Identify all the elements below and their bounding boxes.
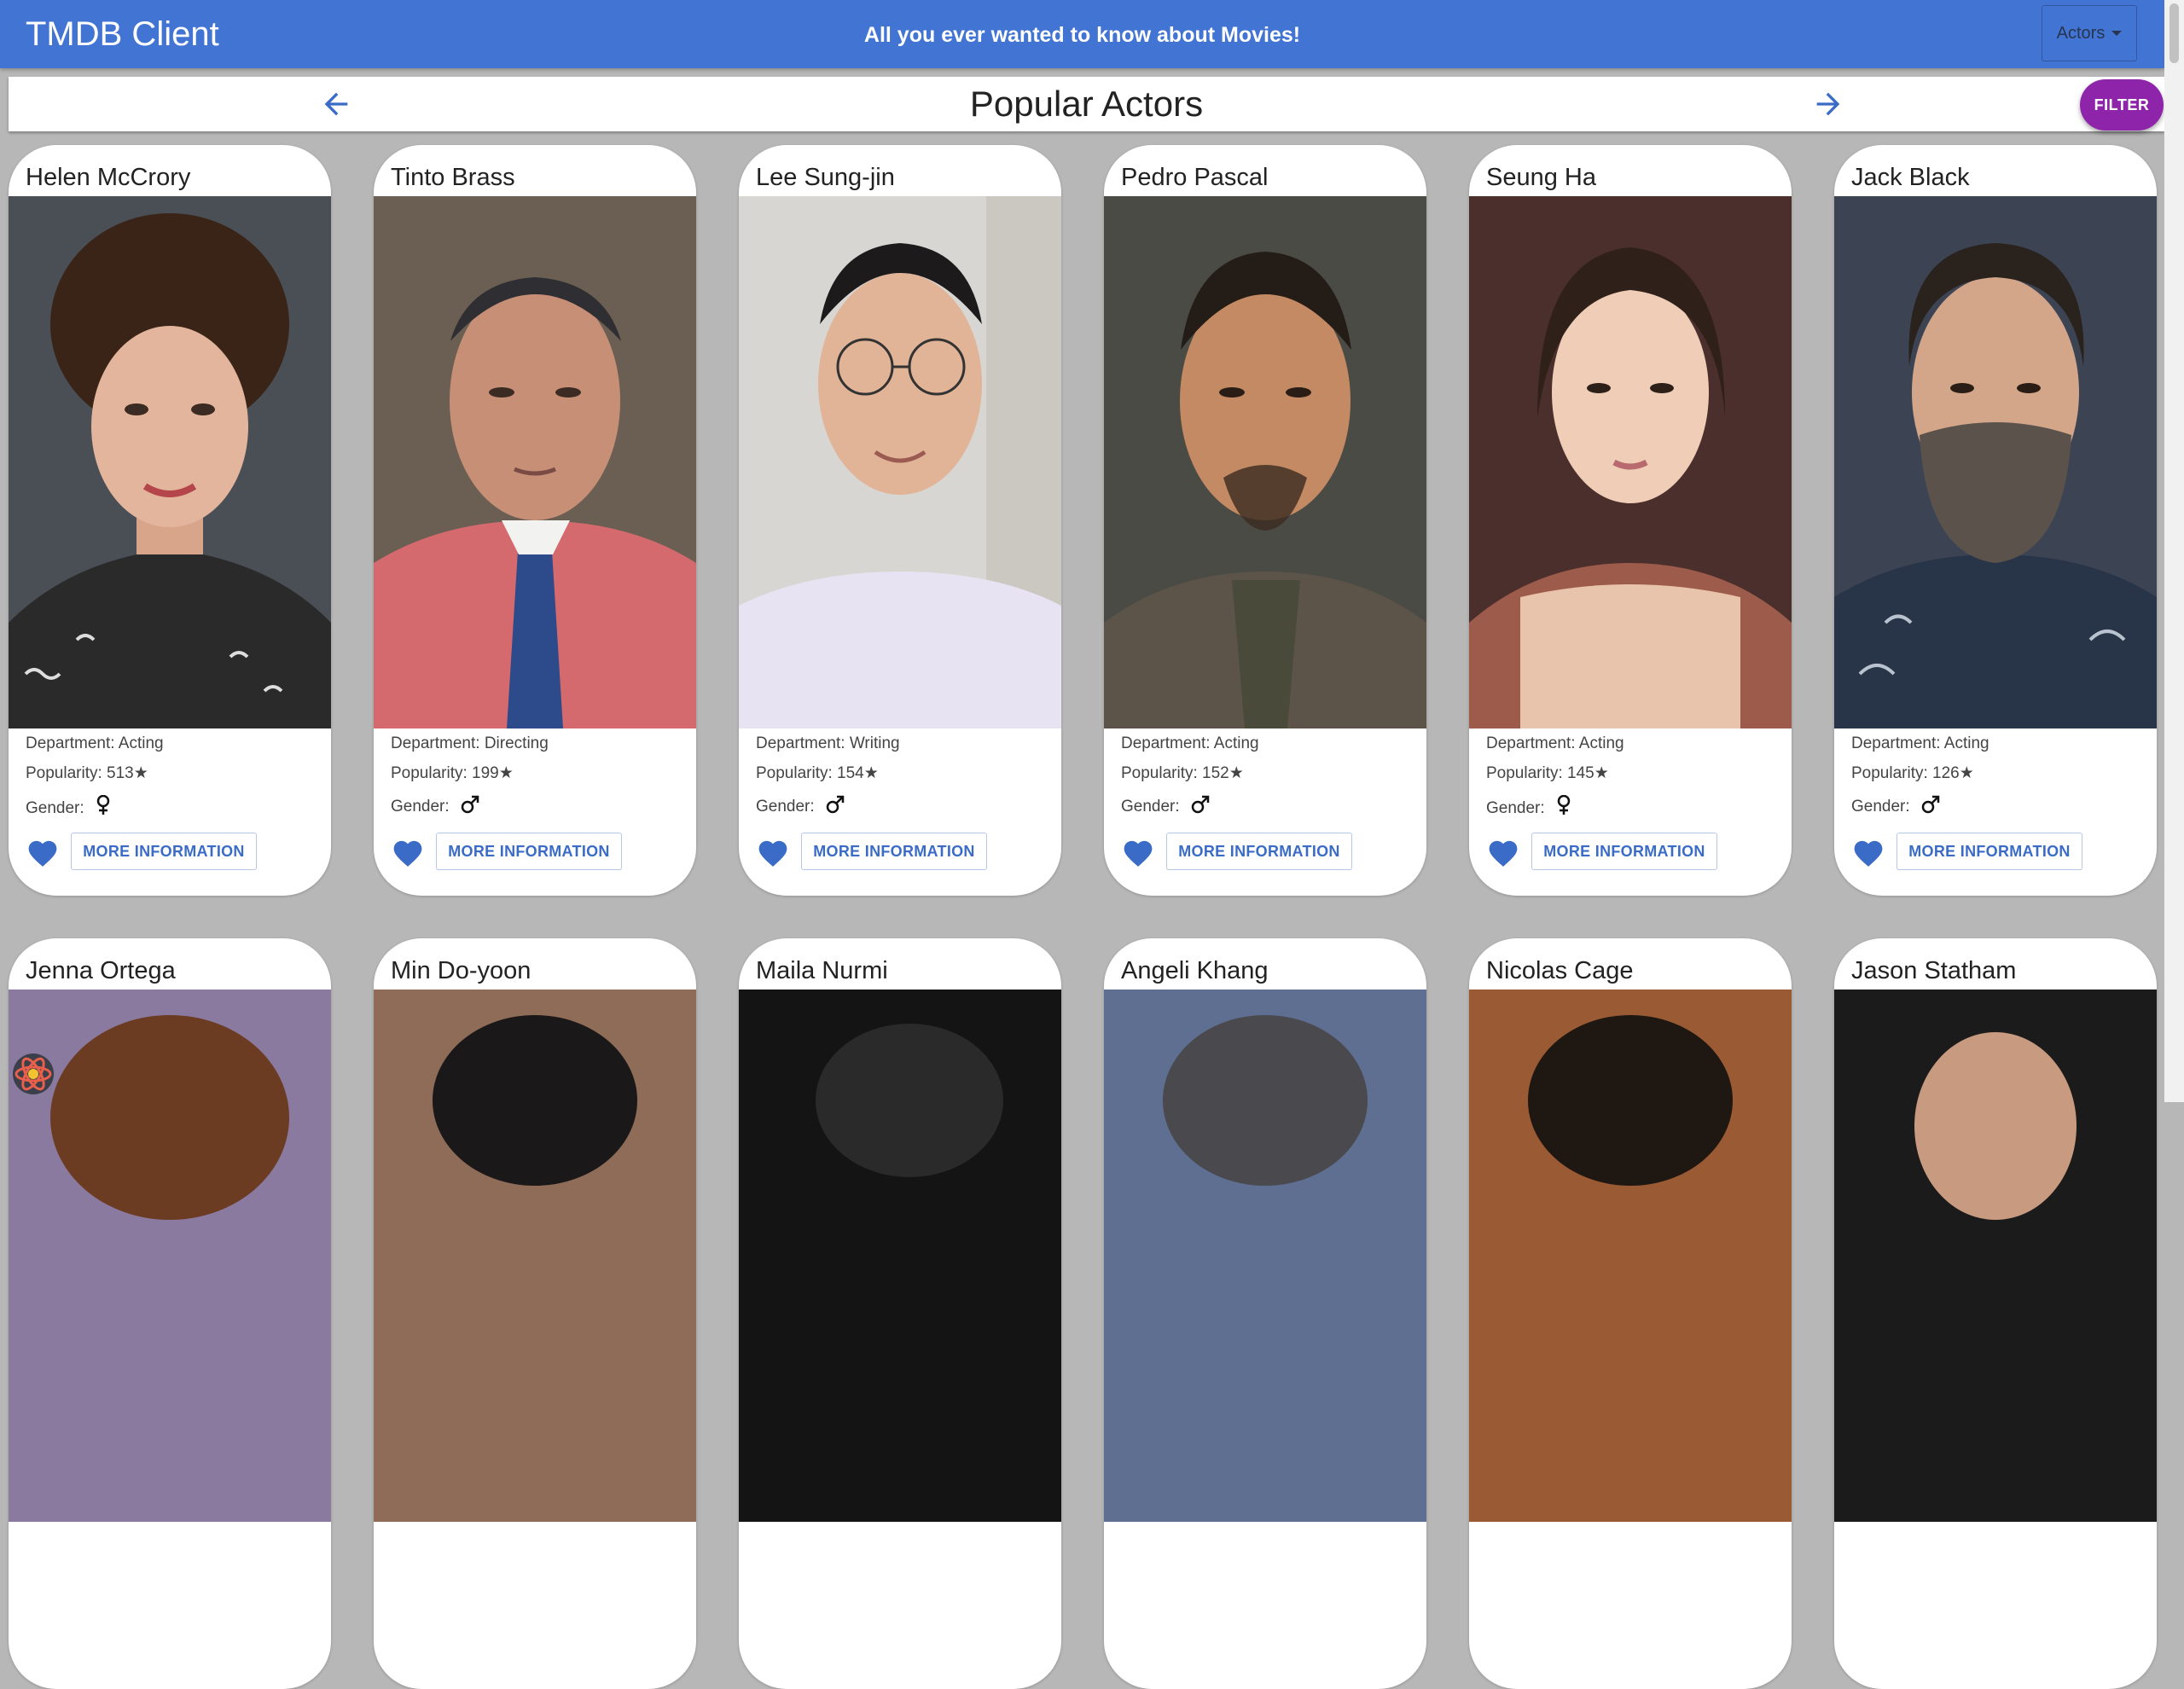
actor-name: Jason Statham: [1851, 957, 2017, 984]
favorite-heart-icon[interactable]: [26, 837, 60, 868]
actor-gender: Gender:: [1851, 795, 1940, 817]
actor-name: Nicolas Cage: [1486, 957, 1634, 984]
category-select[interactable]: Actors: [2042, 5, 2137, 61]
actor-department: Department: Acting: [1486, 734, 1624, 752]
actor-name: Jenna Ortega: [26, 957, 176, 984]
arrow-forward-icon[interactable]: [1811, 87, 1845, 121]
actor-gender: Gender:: [26, 795, 111, 819]
favorite-heart-icon[interactable]: [756, 837, 790, 868]
actor-photo[interactable]: [1834, 990, 2157, 1522]
actor-gender-label: Gender:: [391, 798, 450, 815]
actor-name: Min Do-yoon: [391, 957, 531, 984]
actor-photo[interactable]: [1104, 990, 1426, 1522]
page-header: Popular Actors: [9, 77, 2164, 131]
actor-photo[interactable]: [1469, 990, 1792, 1522]
actor-department: Department: Writing: [756, 734, 900, 752]
actor-popularity: Popularity: 154★: [756, 764, 879, 782]
actor-gender: Gender:: [756, 795, 845, 817]
filter-button[interactable]: FILTER: [2080, 79, 2164, 131]
actor-name: Angeli Khang: [1121, 957, 1269, 984]
actor-gender-label: Gender:: [1851, 798, 1910, 815]
actor-name: Helen McCrory: [26, 164, 191, 191]
actor-photo[interactable]: [1834, 196, 2157, 728]
actor-card: Nicolas Cage: [1469, 938, 1792, 1689]
more-information-button[interactable]: MORE INFORMATION: [1896, 833, 2082, 870]
actor-photo[interactable]: [9, 990, 331, 1522]
more-information-button[interactable]: MORE INFORMATION: [1166, 833, 1352, 870]
actor-department: Department: Acting: [1851, 734, 1989, 752]
actor-card: Jack Black Department: Acting Popularity…: [1834, 145, 2157, 896]
male-icon: [1921, 795, 1940, 814]
actor-name: Pedro Pascal: [1121, 164, 1269, 191]
favorite-heart-icon[interactable]: [1851, 837, 1885, 868]
actor-popularity: Popularity: 126★: [1851, 764, 1974, 782]
favorite-heart-icon[interactable]: [1121, 837, 1155, 868]
favorite-heart-icon[interactable]: [1486, 837, 1520, 868]
actor-department: Department: Directing: [391, 734, 549, 752]
actor-name: Seung Ha: [1486, 164, 1596, 191]
actor-photo[interactable]: [739, 196, 1061, 728]
actor-card: Angeli Khang: [1104, 938, 1426, 1689]
actor-name: Jack Black: [1851, 164, 1970, 191]
actor-card: Helen McCrory Department: Acting Popular…: [9, 145, 331, 896]
actor-card: Maila Nurmi: [739, 938, 1061, 1689]
actor-photo[interactable]: [1469, 196, 1792, 728]
actor-name: Maila Nurmi: [756, 957, 888, 984]
page-scrollbar[interactable]: [2164, 0, 2184, 1102]
actor-photo[interactable]: [374, 196, 696, 728]
actor-popularity: Popularity: 145★: [1486, 764, 1609, 782]
actor-card: Lee Sung-jin Department: Writing Popular…: [739, 145, 1061, 896]
actor-card: Jenna Ortega: [9, 938, 331, 1689]
actor-gender-label: Gender:: [1121, 798, 1180, 815]
app-bar: TMDB Client All you ever wanted to know …: [0, 0, 2164, 68]
caret-down-icon: [2111, 31, 2123, 36]
favorite-heart-icon[interactable]: [391, 837, 425, 868]
actor-popularity: Popularity: 199★: [391, 764, 514, 782]
actor-gender: Gender:: [391, 795, 479, 817]
more-information-button[interactable]: MORE INFORMATION: [801, 833, 987, 870]
actor-department: Department: Acting: [26, 734, 164, 752]
male-icon: [461, 795, 479, 814]
actor-photo[interactable]: [1104, 196, 1426, 728]
more-information-button[interactable]: MORE INFORMATION: [436, 833, 622, 870]
actor-card: Tinto Brass Department: Directing Popula…: [374, 145, 696, 896]
actor-gender: Gender:: [1486, 795, 1571, 819]
react-query-devtools-icon[interactable]: [10, 1051, 56, 1097]
more-information-button[interactable]: MORE INFORMATION: [71, 833, 257, 870]
female-icon: [1557, 795, 1571, 815]
actor-photo[interactable]: [374, 990, 696, 1522]
female-icon: [96, 795, 110, 815]
actor-gender: Gender:: [1121, 795, 1210, 817]
actor-gender-label: Gender:: [26, 799, 84, 817]
scrollbar-thumb[interactable]: [2169, 3, 2179, 63]
male-icon: [826, 795, 845, 814]
actor-gender-label: Gender:: [1486, 799, 1545, 817]
actor-name: Tinto Brass: [391, 164, 515, 191]
male-icon: [1191, 795, 1210, 814]
actor-popularity: Popularity: 513★: [26, 764, 148, 782]
category-select-value: Actors: [2056, 23, 2106, 43]
actor-photo[interactable]: [739, 990, 1061, 1522]
actor-photo[interactable]: [9, 196, 331, 728]
actor-name: Lee Sung-jin: [756, 164, 895, 191]
actor-card: Jason Statham: [1834, 938, 2157, 1689]
actor-popularity: Popularity: 152★: [1121, 764, 1244, 782]
actor-card: Min Do-yoon: [374, 938, 696, 1689]
app-tagline: All you ever wanted to know about Movies…: [863, 23, 1301, 47]
more-information-button[interactable]: MORE INFORMATION: [1531, 833, 1717, 870]
actor-department: Department: Acting: [1121, 734, 1259, 752]
actor-gender-label: Gender:: [756, 798, 815, 815]
actor-card: Seung Ha Department: Acting Popularity: …: [1469, 145, 1792, 896]
actor-card: Pedro Pascal Department: Acting Populari…: [1104, 145, 1426, 896]
